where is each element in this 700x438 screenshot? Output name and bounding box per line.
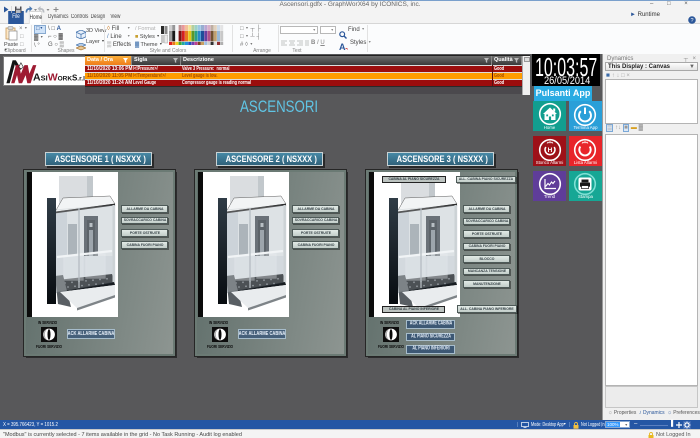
svg-text:ORK: ORK bbox=[58, 75, 73, 82]
svg-text:SI: SI bbox=[41, 73, 48, 82]
svg-text:H: H bbox=[547, 147, 552, 154]
svg-text:?: ? bbox=[690, 18, 693, 24]
svg-text:A: A bbox=[339, 42, 346, 51]
svg-text:W: W bbox=[48, 71, 58, 83]
